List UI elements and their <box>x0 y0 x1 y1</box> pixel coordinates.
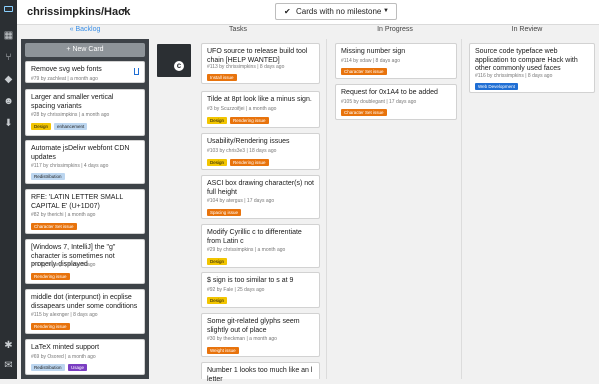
review-card[interactable]: Source code typeface web application to … <box>469 43 595 93</box>
task-card[interactable]: UFO source to release build tool chain [… <box>201 43 320 84</box>
card-title: Remove svg web fonts <box>31 66 102 73</box>
task-card[interactable]: ASCI box drawing character(s) not full h… <box>201 175 320 219</box>
card-meta: #92 by Fale | 25 days ago <box>207 287 265 293</box>
label-design[interactable]: Design <box>207 258 228 265</box>
card-meta: #103 by chris3e3 | 18 days ago <box>207 148 277 154</box>
card-title: Usability/Rendering issues <box>207 138 290 145</box>
milestone-filter-dropdown[interactable]: ✔ Cards with no milestone ▼ <box>275 3 397 20</box>
chevron-down-icon[interactable]: ▼ <box>120 8 127 15</box>
column-divider <box>461 39 462 379</box>
card-title: middle dot (interpunct) in ecplise dissa… <box>31 294 138 310</box>
task-card[interactable]: Usability/Rendering issues #103 by chris… <box>201 133 320 170</box>
task-card[interactable]: $ sign is too similar to s at 9 #92 by F… <box>201 272 320 308</box>
label-character-set-issue[interactable]: Character Set issue <box>31 223 77 230</box>
label-rendering-issue[interactable]: Rendering issue <box>230 159 269 166</box>
card-title: ASCI box drawing character(s) not full h… <box>207 180 314 196</box>
label-redistribution[interactable]: Redistribution <box>31 364 65 371</box>
backlog-card[interactable]: RFE: 'LATIN LETTER SMALL CAPITAL E' (U+1… <box>25 189 145 234</box>
card-title: LaTeX minted support <box>31 344 100 351</box>
mail-icon[interactable]: ✉ <box>3 360 14 371</box>
label-rendering-issue[interactable]: Rendering issue <box>31 273 70 280</box>
waffle-logo-icon[interactable] <box>4 6 13 12</box>
label-rendering-issue[interactable]: Rendering issue <box>31 323 70 330</box>
backlog-column: + New Card Remove svg web fonts #79 by z… <box>21 39 149 379</box>
new-card-button[interactable]: + New Card <box>25 43 145 57</box>
avatar-logo-icon: c <box>174 61 184 71</box>
label-redistribution[interactable]: Redistribution <box>31 173 65 180</box>
card-meta: #29 by chrissimpkins | a month ago <box>207 247 286 253</box>
card-title: $ sign is too similar to s at 9 <box>207 277 294 284</box>
backlog-card[interactable]: LaTeX minted support #69 by Osored | a m… <box>25 339 145 375</box>
label-design[interactable]: Design <box>31 123 52 130</box>
backlog-card[interactable]: Automate jsDelivr webfont CDN updates #1… <box>25 140 145 184</box>
progress-card[interactable]: Missing number sign #114 by xdaw | 8 day… <box>335 43 457 79</box>
card-meta: #115 by alexnger | 8 days ago <box>31 312 98 318</box>
label-enhancement[interactable]: enhancement <box>54 123 88 130</box>
label-design[interactable]: Design <box>207 117 228 124</box>
card-meta: #117 by chrissimpkins | 4 days ago <box>31 163 109 169</box>
label-character-set-issue[interactable]: Character Set issue <box>341 109 387 116</box>
task-card[interactable]: Number 1 looks too much like an l letter <box>201 362 320 383</box>
task-card[interactable]: Some git-related glyphs seem slightly ou… <box>201 313 320 357</box>
card-meta: #45 by feyanjo | a month ago <box>31 262 96 268</box>
backlog-card[interactable]: Larger and smaller vertical spacing vari… <box>25 89 145 136</box>
label-install-issue[interactable]: Install issue <box>207 74 237 81</box>
card-meta: #30 by theckman | a month ago <box>207 336 277 342</box>
card-meta: #104 by atergus | 17 days ago <box>207 198 275 204</box>
chevron-down-icon: ▼ <box>383 8 389 14</box>
backlog-card[interactable]: middle dot (interpunct) in ecplise dissa… <box>25 289 145 334</box>
card-title: Source code typeface web application to … <box>475 48 578 72</box>
card-meta: #79 by zachleat | a month ago <box>31 76 98 82</box>
task-card[interactable]: Tilde at 8pt look like a minus sign. #3 … <box>201 91 320 128</box>
card-title: Larger and smaller vertical spacing vari… <box>31 94 114 110</box>
download-icon[interactable]: ⬇ <box>3 118 14 129</box>
progress-card[interactable]: Request for 0x1A4 to be added #105 by do… <box>335 84 457 120</box>
branch-icon[interactable]: ⑂ <box>3 52 14 63</box>
tag-icon[interactable]: ◆ <box>3 74 14 85</box>
label-design[interactable]: Design <box>207 159 228 166</box>
label-character-set-issue[interactable]: Character Set issue <box>341 68 387 75</box>
card-meta: #116 by chrissimpkins | 8 days ago <box>475 73 553 79</box>
label-web-development[interactable]: Web Development <box>475 83 518 90</box>
card-meta: #105 by doublegant | 17 days ago <box>341 99 417 105</box>
card-meta: #82 by therichi | a month ago <box>31 212 96 218</box>
card-meta: #113 by chrissimpkins | 8 days ago <box>207 64 285 70</box>
card-title: Number 1 looks too much like an l letter <box>207 367 313 383</box>
card-title: Tilde at 8pt look like a minus sign. <box>207 96 312 103</box>
card-meta: #28 by chrissimpkins | a month ago <box>31 112 110 118</box>
backlog-card[interactable]: [Windows 7, IntelliJ] the "g" character … <box>25 239 145 284</box>
card-title: Some git-related glyphs seem slightly ou… <box>207 318 300 334</box>
top-bar: chrissimpkins/Hack ▼ ✔ Cards with no mil… <box>17 0 599 25</box>
card-meta: #69 by Osored | a month ago <box>31 354 96 360</box>
card-title: Request for 0x1A4 to be added <box>341 89 438 96</box>
column-header-in-review: In Review <box>511 26 543 33</box>
card-meta: #3 by Scuzzoifjei | a month ago <box>207 106 277 112</box>
people-icon[interactable]: ☻ <box>3 96 14 107</box>
card-title: UFO source to release build tool chain [… <box>207 48 308 64</box>
app-sidebar: ▦ ⑂ ◆ ☻ ⬇ ✱ ✉ <box>0 0 17 379</box>
backlog-card[interactable]: Remove svg web fonts #79 by zachleat | a… <box>25 61 145 83</box>
card-title: Modify Cyrillic c to differentiate from … <box>207 229 302 245</box>
label-usage[interactable]: Usage <box>68 364 88 371</box>
grid-icon[interactable]: ▦ <box>3 30 14 41</box>
bookmark-icon <box>134 68 139 75</box>
backlog-toggle[interactable]: « Backlog <box>21 26 149 37</box>
card-title: Missing number sign <box>341 48 406 55</box>
repo-name[interactable]: chrissimpkins/Hack <box>27 6 130 18</box>
card-title: RFE: 'LATIN LETTER SMALL CAPITAL E' (U+1… <box>31 194 123 210</box>
label-rendering-issue[interactable]: Rendering issue <box>230 117 269 124</box>
settings-icon[interactable]: ✱ <box>3 340 14 351</box>
column-header-in-progress: In Progress <box>377 26 413 33</box>
label-weight-issue[interactable]: Weight issue <box>207 347 239 354</box>
checkmark-icon: ✔ <box>284 7 291 16</box>
column-divider <box>326 39 327 379</box>
label-design[interactable]: Design <box>207 297 228 304</box>
card-title: Automate jsDelivr webfont CDN updates <box>31 145 130 161</box>
card-meta: #114 by xdaw | 8 days ago <box>341 58 401 64</box>
avatar[interactable]: c <box>157 44 191 77</box>
task-card[interactable]: Modify Cyrillic c to differentiate from … <box>201 224 320 268</box>
column-header-tasks: Tasks <box>229 26 247 33</box>
filter-label: Cards with no milestone <box>296 7 382 16</box>
label-spacing-issue[interactable]: Spacing issue <box>207 209 242 216</box>
